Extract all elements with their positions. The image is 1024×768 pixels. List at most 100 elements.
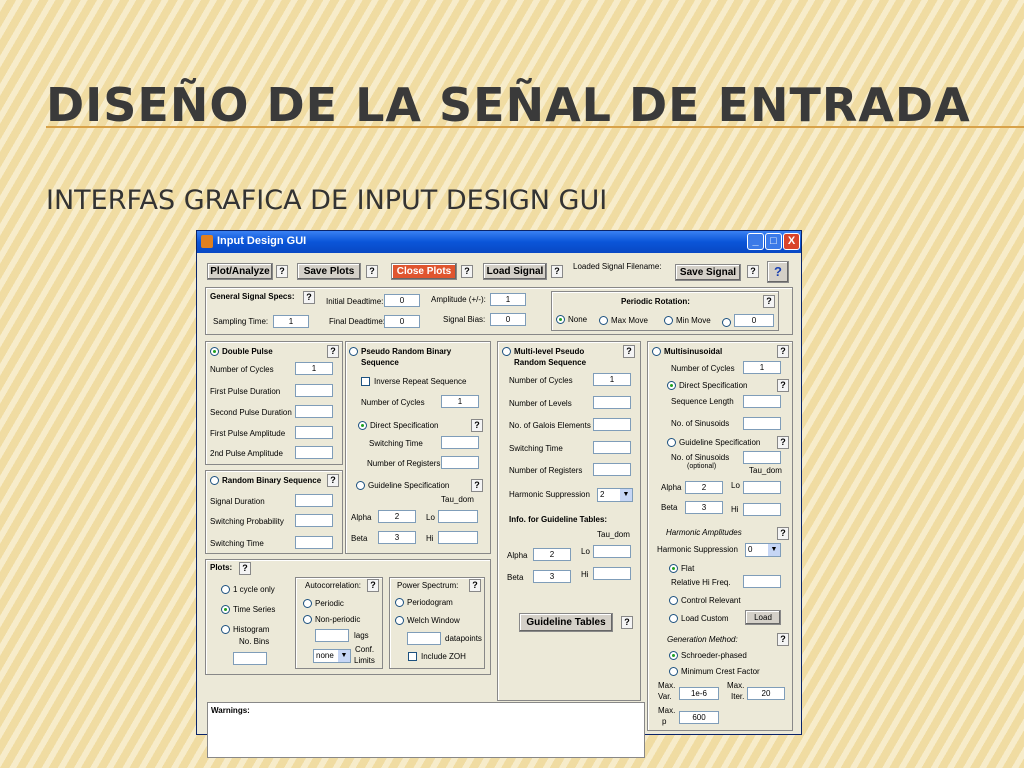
dp-second-duration-field[interactable] <box>295 405 333 418</box>
ml-harmonic-select[interactable]: 2 ▼ <box>597 488 633 502</box>
help-load-signal[interactable]: ? <box>551 265 563 278</box>
help-random-binary[interactable]: ? <box>327 474 339 487</box>
ms-schroeder-radio[interactable] <box>669 651 678 660</box>
ml-registers-field[interactable] <box>593 463 631 476</box>
ms-lo-field[interactable] <box>743 481 781 494</box>
prbs-lo-field[interactable] <box>438 510 478 523</box>
help-save-signal[interactable]: ? <box>747 265 759 278</box>
ml-hi-field[interactable] <box>593 567 631 580</box>
help-ms-direct[interactable]: ? <box>777 379 789 392</box>
close-button[interactable]: X <box>783 233 800 250</box>
save-plots-button[interactable]: Save Plots <box>297 263 361 280</box>
help-button[interactable]: ? <box>767 261 789 283</box>
ms-flat-radio[interactable] <box>669 564 678 573</box>
prbs-radio[interactable] <box>349 347 358 356</box>
prbs-direct-radio[interactable] <box>358 421 367 430</box>
ms-max-p-field[interactable]: 600 <box>679 711 719 724</box>
histogram-radio[interactable] <box>221 625 230 634</box>
bins-field[interactable] <box>233 652 267 665</box>
dp-cycles-field[interactable]: 1 <box>295 362 333 375</box>
rbs-duration-field[interactable] <box>295 494 333 507</box>
ms-harm-supp-select[interactable]: 0 ▼ <box>745 543 781 557</box>
zoh-checkbox[interactable] <box>408 652 417 661</box>
help-guideline-tables[interactable]: ? <box>621 616 633 629</box>
sampling-time-field[interactable]: 1 <box>273 315 309 328</box>
initial-deadtime-field[interactable]: 0 <box>384 294 420 307</box>
amplitude-field[interactable]: 1 <box>490 293 526 306</box>
periodogram-radio[interactable] <box>395 598 404 607</box>
minimize-button[interactable]: _ <box>747 233 764 250</box>
ml-alpha-field[interactable]: 2 <box>533 548 571 561</box>
welch-radio[interactable] <box>395 616 404 625</box>
rotation-max-radio[interactable] <box>599 316 608 325</box>
ml-galois-field[interactable] <box>593 418 631 431</box>
help-plots[interactable]: ? <box>239 562 251 575</box>
prbs-guideline-radio[interactable] <box>356 481 365 490</box>
dp-first-duration-field[interactable] <box>295 384 333 397</box>
help-multisine[interactable]: ? <box>777 345 789 358</box>
ms-num-sin2-field[interactable] <box>743 451 781 464</box>
ms-hi-field[interactable] <box>743 503 781 516</box>
close-plots-button[interactable]: Close Plots <box>391 263 457 280</box>
lags-field[interactable] <box>315 629 349 642</box>
help-periodic[interactable]: ? <box>763 295 775 308</box>
final-deadtime-field[interactable]: 0 <box>384 315 420 328</box>
datapoints-field[interactable] <box>407 632 441 645</box>
maximize-button[interactable]: □ <box>765 233 782 250</box>
ms-load-button[interactable]: Load <box>745 610 781 625</box>
help-ms-gen-method[interactable]: ? <box>777 633 789 646</box>
time-series-radio[interactable] <box>221 605 230 614</box>
ml-switching-field[interactable] <box>593 441 631 454</box>
ms-rel-hi-field[interactable] <box>743 575 781 588</box>
prbs-switching-time-field[interactable] <box>441 436 479 449</box>
inverse-repeat-checkbox[interactable] <box>361 377 370 386</box>
ms-control-radio[interactable] <box>669 596 678 605</box>
ms-cycles-field[interactable]: 1 <box>743 361 781 374</box>
conf-limits-select[interactable]: none ▼ <box>313 649 351 663</box>
ml-levels-field[interactable] <box>593 396 631 409</box>
save-signal-button[interactable]: Save Signal <box>675 264 741 281</box>
help-ms-guideline[interactable]: ? <box>777 436 789 449</box>
random-binary-radio[interactable] <box>210 476 219 485</box>
plot-analyze-button[interactable]: Plot/Analyze <box>207 263 273 280</box>
warnings-box[interactable]: Warnings: <box>207 702 645 758</box>
help-general[interactable]: ? <box>303 291 315 304</box>
help-autocorr[interactable]: ? <box>367 579 379 592</box>
multilevel-radio[interactable] <box>502 347 511 356</box>
help-multilevel[interactable]: ? <box>623 345 635 358</box>
ms-guideline-radio[interactable] <box>667 438 676 447</box>
ms-num-sin-field[interactable] <box>743 417 781 430</box>
help-save-plots[interactable]: ? <box>366 265 378 278</box>
window-titlebar[interactable]: Input Design GUI _ □ X <box>197 231 801 253</box>
one-cycle-radio[interactable] <box>221 585 230 594</box>
help-plot-analyze[interactable]: ? <box>276 265 288 278</box>
multisine-radio[interactable] <box>652 347 661 356</box>
ms-beta-field[interactable]: 3 <box>685 501 723 514</box>
help-power[interactable]: ? <box>469 579 481 592</box>
rotation-min-radio[interactable] <box>664 316 673 325</box>
help-prbs-guideline[interactable]: ? <box>471 479 483 492</box>
ms-direct-radio[interactable] <box>667 381 676 390</box>
signal-bias-field[interactable]: 0 <box>490 313 526 326</box>
help-prbs-direct[interactable]: ? <box>471 419 483 432</box>
ms-load-custom-radio[interactable] <box>669 614 678 623</box>
dp-first-amplitude-field[interactable] <box>295 426 333 439</box>
ms-max-iter-field[interactable]: 20 <box>747 687 785 700</box>
prbs-beta-field[interactable]: 3 <box>378 531 416 544</box>
guideline-tables-button[interactable]: Guideline Tables <box>519 613 613 632</box>
ms-alpha-field[interactable]: 2 <box>685 481 723 494</box>
prbs-hi-field[interactable] <box>438 531 478 544</box>
prbs-cycles-field[interactable]: 1 <box>441 395 479 408</box>
ml-lo-field[interactable] <box>593 545 631 558</box>
nonperiodic-radio[interactable] <box>303 615 312 624</box>
rotation-custom-radio[interactable] <box>722 318 731 327</box>
rotation-none-radio[interactable] <box>556 315 565 324</box>
ms-max-var-field[interactable]: 1e-6 <box>679 687 719 700</box>
dp-second-amplitude-field[interactable] <box>295 446 333 459</box>
rotation-value-field[interactable]: 0 <box>734 314 774 327</box>
load-signal-button[interactable]: Load Signal <box>483 263 547 280</box>
help-close-plots[interactable]: ? <box>461 265 473 278</box>
ml-cycles-field[interactable]: 1 <box>593 373 631 386</box>
prbs-registers-field[interactable] <box>441 456 479 469</box>
prbs-alpha-field[interactable]: 2 <box>378 510 416 523</box>
